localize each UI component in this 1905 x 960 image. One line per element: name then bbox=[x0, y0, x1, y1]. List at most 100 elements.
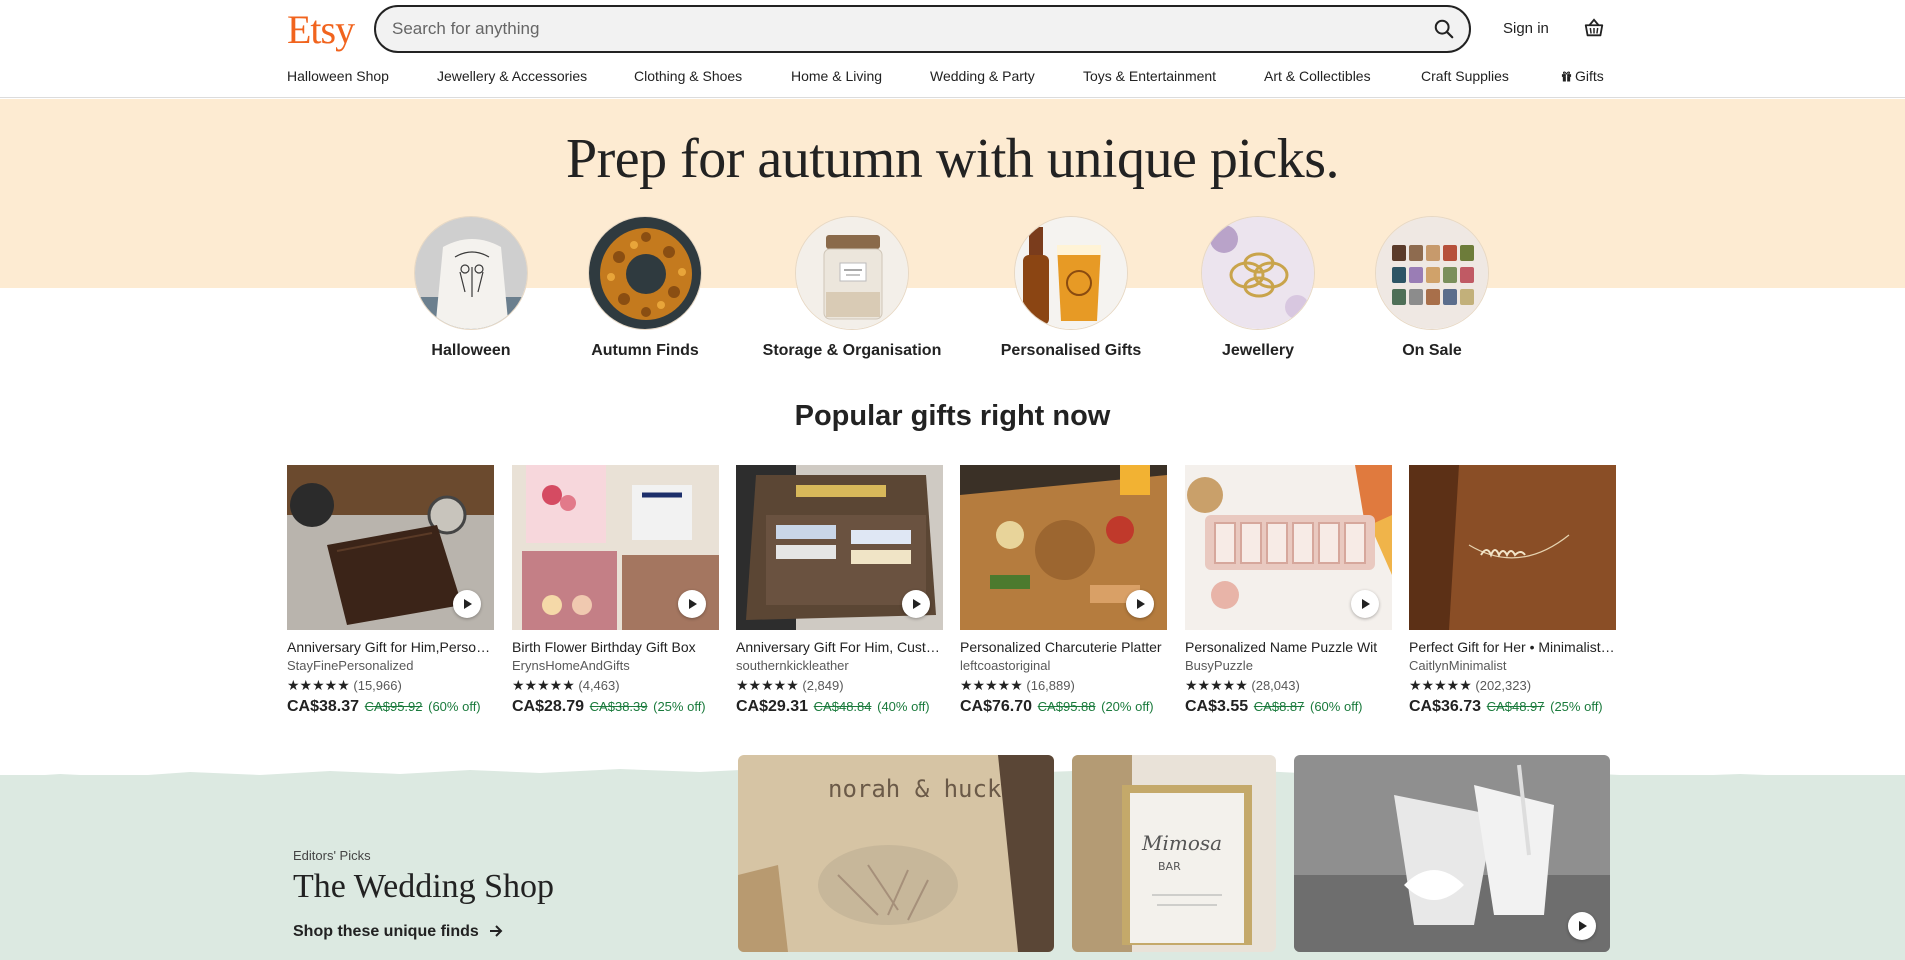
wedding-shop-title: The Wedding Shop bbox=[293, 868, 555, 905]
basket-button[interactable] bbox=[1580, 14, 1608, 42]
nav-item-wedding-party[interactable]: Wedding & Party bbox=[930, 68, 1035, 84]
play-video-button[interactable] bbox=[1126, 590, 1154, 618]
original-price: CA$38.39 bbox=[589, 699, 648, 714]
product-shop: southernkickleather bbox=[736, 658, 849, 673]
arrow-right-icon bbox=[490, 925, 503, 937]
rating-stars: ★★★★★ bbox=[960, 677, 1023, 693]
product-image bbox=[287, 465, 494, 630]
product-rating: ★★★★★ (16,889) bbox=[960, 677, 1167, 694]
nav-item-gifts-label: Gifts bbox=[1575, 68, 1604, 84]
product-shop: ErynsHomeAndGifts bbox=[512, 658, 630, 673]
rating-stars: ★★★★★ bbox=[736, 677, 799, 693]
category-label: Personalised Gifts bbox=[1000, 342, 1142, 359]
discount-label: (60% off) bbox=[1310, 699, 1363, 714]
review-count: (4,463) bbox=[578, 678, 620, 693]
rating-stars: ★★★★★ bbox=[1185, 677, 1248, 693]
discount-label: (25% off) bbox=[653, 699, 706, 714]
product-price: CA$38.37 CA$95.92 (60% off) bbox=[287, 698, 494, 716]
review-count: (202,323) bbox=[1475, 678, 1532, 693]
sale-price: CA$76.70 bbox=[960, 698, 1033, 715]
original-price: CA$48.84 bbox=[813, 699, 872, 714]
nav-item-halloween-shop[interactable]: Halloween Shop bbox=[287, 68, 389, 84]
nav-item-home-living[interactable]: Home & Living bbox=[791, 68, 882, 84]
product-image bbox=[960, 465, 1167, 630]
product-card[interactable]: Personalized Name Puzzle Wit BusyPuzzle … bbox=[1185, 465, 1392, 716]
review-count: (16,889) bbox=[1026, 678, 1075, 693]
original-price: CA$95.92 bbox=[364, 699, 423, 714]
play-icon bbox=[1579, 921, 1587, 931]
discount-label: (60% off) bbox=[428, 699, 481, 714]
category-jewellery[interactable]: Jewellery bbox=[1168, 216, 1348, 360]
mimosa-sign-subtext: BAR bbox=[1158, 860, 1181, 873]
category-label: Jewellery bbox=[1221, 342, 1295, 359]
product-card[interactable]: Anniversary Gift For Him, Custom Wallet … bbox=[736, 465, 943, 716]
nav-item-gifts[interactable]: Gifts bbox=[1561, 68, 1604, 84]
shop-unique-finds-link[interactable]: Shop these unique finds bbox=[293, 923, 503, 941]
play-video-button[interactable] bbox=[902, 590, 930, 618]
category-personalised-gifts[interactable]: Personalised Gifts bbox=[981, 216, 1161, 360]
product-rating: ★★★★★ (4,463) bbox=[512, 677, 719, 694]
product-price: CA$76.70 CA$95.88 (20% off) bbox=[960, 698, 1167, 716]
editors-picks-label: Editors' Picks bbox=[293, 848, 371, 863]
product-price: CA$36.73 CA$48.97 (25% off) bbox=[1409, 698, 1616, 716]
category-image bbox=[1014, 216, 1128, 330]
play-video-button[interactable] bbox=[1568, 912, 1596, 940]
discount-label: (20% off) bbox=[1101, 699, 1154, 714]
rating-stars: ★★★★★ bbox=[287, 677, 350, 693]
product-card[interactable]: Perfect Gift for Her • Minimalist Neckla… bbox=[1409, 465, 1616, 716]
category-autumn-finds[interactable]: Autumn Finds bbox=[555, 216, 735, 360]
product-card[interactable]: Birth Flower Birthday Gift Box ErynsHome… bbox=[512, 465, 719, 716]
wedding-image-heels[interactable] bbox=[1294, 755, 1610, 952]
wedding-image-seed-packet[interactable]: norah & huck bbox=[738, 755, 1054, 952]
product-title: Personalized Name Puzzle Wit bbox=[1185, 639, 1378, 655]
play-video-button[interactable] bbox=[1351, 590, 1379, 618]
product-title: Birth Flower Birthday Gift Box bbox=[512, 639, 696, 655]
product-price: CA$29.31 CA$48.84 (40% off) bbox=[736, 698, 943, 716]
play-icon bbox=[689, 599, 697, 609]
product-card[interactable]: Anniversary Gift for Him,Personalized Wa… bbox=[287, 465, 494, 716]
etsy-logo[interactable]: Etsy bbox=[287, 6, 355, 53]
product-title: Anniversary Gift for Him,Personalized Wa… bbox=[287, 639, 494, 655]
hero-title: Prep for autumn with unique picks. bbox=[565, 128, 1340, 190]
popular-gifts-heading: Popular gifts right now bbox=[794, 400, 1111, 432]
original-price: CA$8.87 bbox=[1253, 699, 1305, 714]
product-card[interactable]: Personalized Charcuterie Platter leftcoa… bbox=[960, 465, 1167, 716]
sale-price: CA$3.55 bbox=[1185, 698, 1249, 715]
search-input[interactable] bbox=[392, 7, 1392, 51]
original-price: CA$95.88 bbox=[1037, 699, 1096, 714]
rating-stars: ★★★★★ bbox=[1409, 677, 1472, 693]
product-shop: leftcoastoriginal bbox=[960, 658, 1051, 673]
play-icon bbox=[1362, 599, 1370, 609]
basket-icon bbox=[1584, 18, 1604, 37]
nav-item-toys-entertainment[interactable]: Toys & Entertainment bbox=[1083, 68, 1216, 84]
product-shop: CaitlynMinimalist bbox=[1409, 658, 1507, 673]
search-bar[interactable] bbox=[374, 5, 1471, 53]
category-nav: Halloween Shop Jewellery & Accessories C… bbox=[0, 68, 1905, 90]
original-price: CA$48.97 bbox=[1486, 699, 1545, 714]
play-video-button[interactable] bbox=[453, 590, 481, 618]
product-image bbox=[736, 465, 943, 630]
nav-item-jewellery-accessories[interactable]: Jewellery & Accessories bbox=[437, 68, 587, 84]
rating-stars: ★★★★★ bbox=[512, 677, 575, 693]
discount-label: (25% off) bbox=[1550, 699, 1603, 714]
sign-in-link[interactable]: Sign in bbox=[1503, 20, 1549, 37]
play-icon bbox=[464, 599, 472, 609]
category-image bbox=[588, 216, 702, 330]
category-halloween[interactable]: Halloween bbox=[381, 216, 561, 360]
sale-price: CA$36.73 bbox=[1409, 698, 1482, 715]
category-storage-organisation[interactable]: Storage & Organisation bbox=[762, 216, 942, 360]
play-video-button[interactable] bbox=[678, 590, 706, 618]
search-button[interactable] bbox=[1427, 12, 1461, 46]
sale-price: CA$29.31 bbox=[736, 698, 809, 715]
nav-item-craft-supplies[interactable]: Craft Supplies bbox=[1421, 68, 1509, 84]
product-price: CA$3.55 CA$8.87 (60% off) bbox=[1185, 698, 1392, 716]
nav-item-clothing-shoes[interactable]: Clothing & Shoes bbox=[634, 68, 742, 84]
nav-item-art-collectibles[interactable]: Art & Collectibles bbox=[1264, 68, 1371, 84]
review-count: (2,849) bbox=[802, 678, 844, 693]
category-image bbox=[414, 216, 528, 330]
play-icon bbox=[1137, 599, 1145, 609]
category-image bbox=[1375, 216, 1489, 330]
category-on-sale[interactable]: On Sale bbox=[1342, 216, 1522, 360]
category-label: Autumn Finds bbox=[591, 342, 699, 359]
wedding-image-mimosa-bar[interactable]: Mimosa BAR bbox=[1072, 755, 1276, 952]
